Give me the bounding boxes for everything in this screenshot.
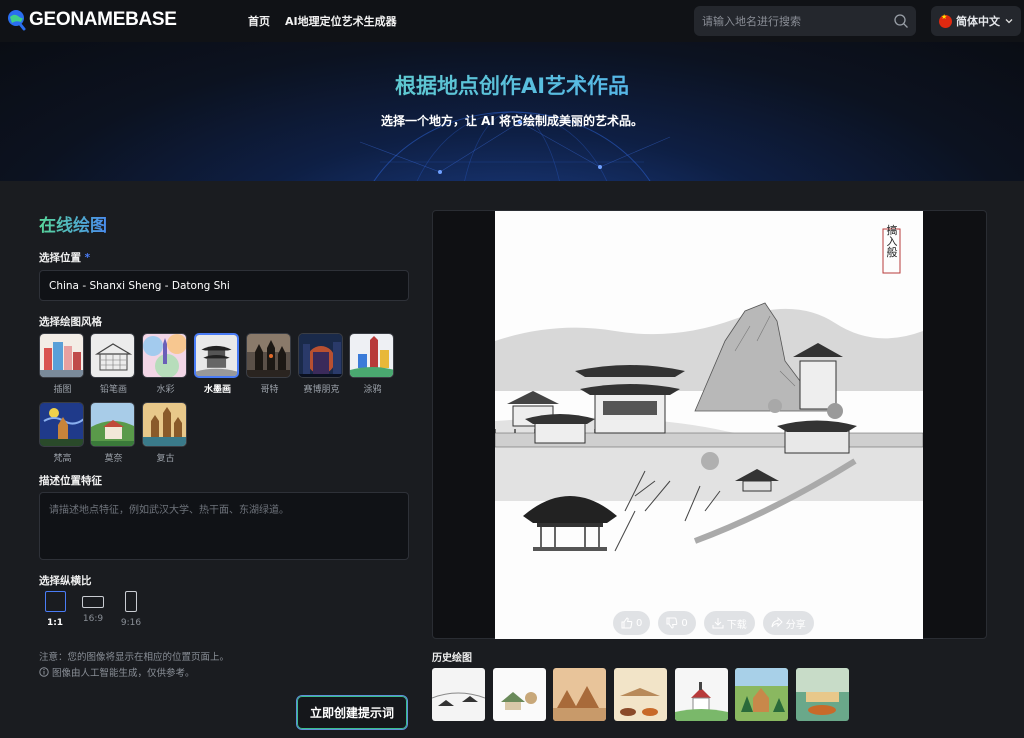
history-thumbnail-3[interactable]	[553, 668, 606, 721]
style-label: 选择绘图风格	[39, 316, 102, 328]
style-name: 插图	[53, 385, 72, 395]
hero-subtitle: 选择一个地方，让 AI 将它绘制成美丽的艺术品。	[380, 114, 644, 128]
history-label: 历史绘图	[432, 653, 472, 664]
style-thumbnail	[246, 333, 291, 378]
share-icon	[771, 617, 783, 628]
hero-title: 根据地点创作AI艺术作品	[0, 70, 1024, 100]
style-option-ink-wash[interactable]: 水墨画	[194, 333, 241, 395]
like-button[interactable]: 0	[613, 611, 651, 635]
style-thumbnail	[349, 333, 394, 378]
style-thumbnail	[39, 402, 84, 447]
describe-textarea[interactable]	[39, 492, 409, 560]
dislike-count: 0	[681, 617, 688, 629]
hero-banner: 根据地点创作AI艺术作品 选择一个地方，让 AI 将它绘制成美丽的艺术品。	[0, 42, 1024, 181]
ratio-name: 9:16	[120, 618, 142, 628]
square-ratio-icon	[44, 591, 66, 612]
share-label: 分享	[785, 619, 806, 631]
main-content: 在线绘图 选择位置 * China - Shanxi Sheng - Daton…	[0, 181, 1024, 738]
artwork-preview-panel: 搞入般 0 0 下载 分享	[432, 210, 987, 639]
search-box	[694, 6, 916, 36]
style-option-watercolor[interactable]: 水彩	[142, 333, 189, 395]
style-name: 水彩	[156, 385, 175, 395]
describe-label: 描述位置特征	[39, 475, 102, 487]
note-ai-text: 图像由人工智能生成，仅供参考。	[52, 668, 195, 679]
note-ai-generated: 图像由人工智能生成，仅供参考。	[39, 665, 195, 679]
style-name: 铅笔画	[99, 385, 127, 395]
style-name: 复古	[156, 454, 175, 464]
style-name: 水墨画	[203, 385, 231, 395]
create-prompt-button[interactable]: 立即创建提示词	[296, 695, 408, 730]
artwork-actions: 0 0 下载 分享	[613, 611, 814, 635]
history-thumbnail-6[interactable]	[735, 668, 788, 721]
portrait-ratio-icon	[125, 591, 137, 612]
download-button[interactable]: 下载	[703, 611, 755, 635]
style-name: 赛博朋克	[303, 385, 340, 395]
search-input[interactable]	[702, 14, 882, 28]
style-thumbnail	[90, 333, 135, 378]
ratio-option-16-9[interactable]: 16:9	[78, 591, 108, 624]
ratio-option-1-1[interactable]: 1:1	[40, 591, 70, 628]
chevron-down-icon	[1005, 19, 1013, 24]
thumbs-up-icon	[621, 617, 633, 629]
nav-home-link[interactable]: 首页	[248, 13, 270, 29]
location-label: 选择位置 *	[39, 250, 90, 265]
note-display: 注意：您的图像将显示在相应的位置页面上。	[39, 652, 230, 663]
style-thumbnail	[142, 402, 187, 447]
history-thumbnail-7[interactable]	[796, 668, 849, 721]
style-option-illustration[interactable]: 插图	[39, 333, 86, 395]
ratio-name: 1:1	[46, 618, 64, 628]
ratio-option-9-16[interactable]: 9:16	[116, 591, 146, 628]
ratio-label: 选择纵横比	[39, 575, 92, 587]
style-option-graffiti[interactable]: 涂鸦	[349, 333, 396, 395]
landscape-ratio-icon	[82, 596, 104, 608]
generated-artwork-image: 搞入般	[495, 211, 923, 639]
thumbs-down-icon	[666, 617, 678, 629]
history-thumbnail-1[interactable]	[432, 668, 485, 721]
style-thumbnail	[194, 333, 239, 378]
style-thumbnail	[39, 333, 84, 378]
style-option-van-gogh[interactable]: 梵高	[39, 402, 86, 464]
style-thumbnail	[298, 333, 343, 378]
style-name: 涂鸦	[363, 385, 382, 395]
section-title: 在线绘图	[39, 211, 107, 236]
logo-text: GEONAMEBASE	[29, 9, 177, 30]
language-label: 简体中文	[956, 15, 1000, 28]
download-icon	[712, 618, 724, 629]
style-name: 莫奈	[104, 454, 123, 464]
required-mark: *	[84, 252, 91, 264]
top-navigation-bar: GEONAMEBASE 首页 AI地理定位艺术生成器 简体中文	[0, 0, 1024, 42]
china-flag-icon	[939, 13, 952, 28]
style-thumbnail	[142, 333, 187, 378]
style-option-retro[interactable]: 复古	[142, 402, 189, 464]
style-option-gothic[interactable]: 哥特	[246, 333, 293, 395]
style-thumbnail	[90, 402, 135, 447]
nav-ai-art-generator-link[interactable]: AI地理定位艺术生成器	[285, 13, 397, 29]
style-name: 哥特	[260, 385, 279, 395]
location-label-text: 选择位置	[39, 252, 81, 264]
download-label: 下载	[726, 619, 747, 631]
info-icon	[39, 667, 49, 677]
search-icon[interactable]	[893, 13, 909, 29]
seal-text: 搞入般	[885, 223, 898, 258]
logo[interactable]: GEONAMEBASE	[6, 9, 177, 31]
style-option-cyberpunk[interactable]: 赛博朋克	[298, 333, 345, 395]
style-option-monet[interactable]: 莫奈	[90, 402, 137, 464]
dislike-button[interactable]: 0	[658, 611, 696, 635]
share-button[interactable]: 分享	[762, 611, 814, 635]
style-name: 梵高	[53, 454, 72, 464]
history-thumbnail-5[interactable]	[675, 668, 728, 721]
location-select[interactable]: China - Shanxi Sheng - Datong Shi	[39, 270, 409, 301]
main-nav: 首页 AI地理定位艺术生成器	[248, 13, 397, 29]
logo-globe-icon	[8, 10, 26, 31]
language-selector[interactable]: 简体中文	[931, 6, 1021, 36]
history-thumbnail-2[interactable]	[493, 668, 546, 721]
style-option-pencil[interactable]: 铅笔画	[90, 333, 137, 395]
like-count: 0	[636, 617, 643, 629]
history-thumbnail-4[interactable]	[614, 668, 667, 721]
ratio-name: 16:9	[82, 614, 104, 624]
